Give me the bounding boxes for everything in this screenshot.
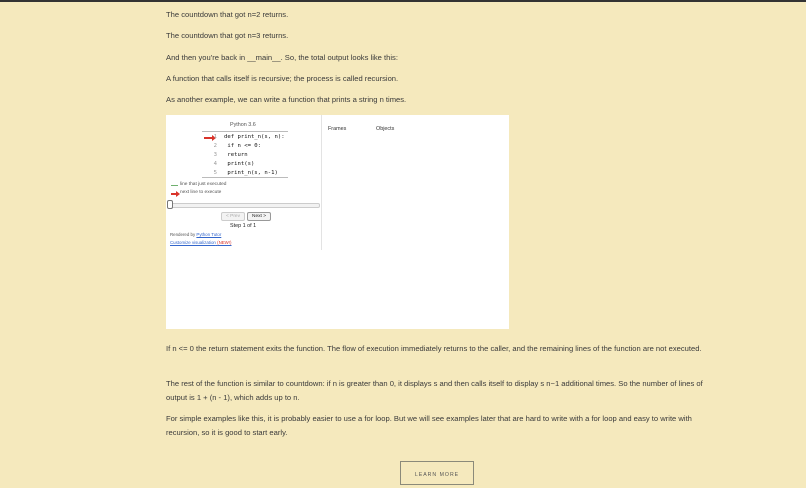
paragraph-rest-of-function: The rest of the function is similar to c… [166, 379, 703, 402]
paragraph-countdown-3: The countdown that got n=3 returns. [166, 31, 289, 40]
next-button[interactable]: Next > [247, 212, 271, 221]
code-line-4: 4 print(s) [213, 161, 255, 167]
new-badge: (NEW!) [217, 240, 232, 245]
customize-visualization-link[interactable]: Customize visualization [170, 240, 216, 245]
legend-next-text: next line to execute [180, 190, 222, 195]
rendered-by-text: Rendered by Python Tutor [170, 232, 222, 237]
code-line-2: 2 if n <= 0: [213, 143, 262, 149]
paragraph-countdown-2: The countdown that got n=2 returns. [166, 10, 289, 19]
customize-visualization-line: Customize visualization (NEW!) [170, 240, 232, 245]
frames-heading: Frames [328, 126, 347, 132]
paragraph-another-example: As another example, we can write a funct… [166, 95, 407, 104]
executed-line-legend-icon [171, 185, 178, 186]
legend-executed-text: line that just executed [180, 182, 227, 187]
paragraph-recursive-definition: A function that calls itself is recursiv… [166, 74, 399, 83]
code-panel: Python 3.6 1 def print_n(s, n): 2 if n <=… [166, 115, 322, 250]
code-line-3: 3 return [213, 152, 248, 158]
paragraph-main-output: And then you're back in __main__. So, th… [166, 53, 398, 62]
python-tutor-link[interactable]: Python Tutor [196, 232, 221, 237]
paragraph-return-explanation: If n <= 0 the return statement exits the… [166, 344, 702, 353]
python-tutor-visualizer: Python 3.6 1 def print_n(s, n): 2 if n <=… [166, 115, 509, 329]
paragraph-simple-examples: For simple examples like this, it is pro… [166, 414, 692, 437]
learn-more-button[interactable]: LEARN MORE [400, 461, 474, 485]
prev-button[interactable]: < Prev [221, 212, 245, 221]
objects-heading: Objects [376, 126, 395, 132]
next-line-legend-icon [171, 191, 180, 197]
slider-handle[interactable] [167, 200, 173, 209]
step-counter: Step 1 of 1 [230, 223, 257, 229]
step-slider[interactable] [168, 203, 320, 208]
top-bar [0, 0, 806, 2]
language-label: Python 3.6 [230, 122, 256, 128]
code-line-1: 1 def print_n(s, n): [213, 134, 285, 140]
